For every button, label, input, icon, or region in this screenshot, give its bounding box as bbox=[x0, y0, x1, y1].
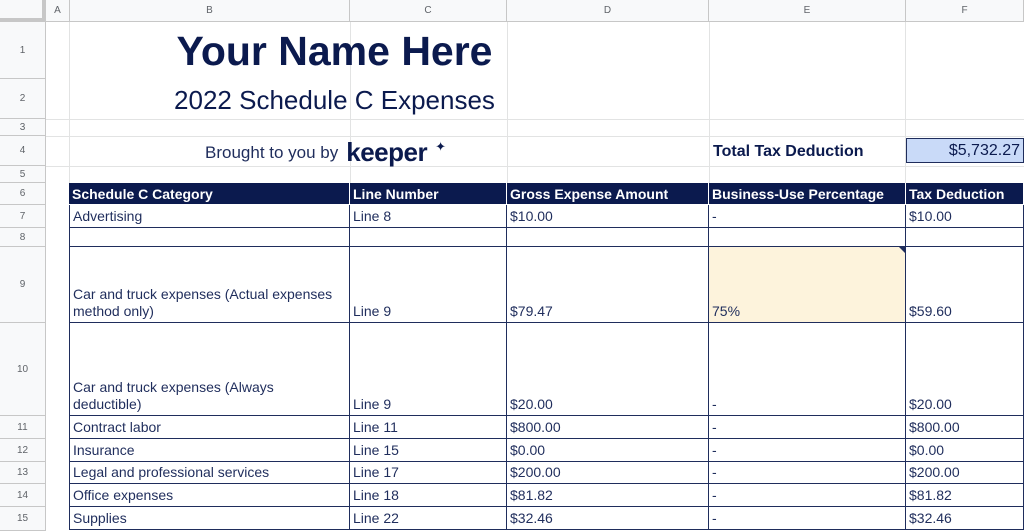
keeper-logo: keeper bbox=[346, 137, 428, 167]
row-header-8[interactable]: 8 bbox=[0, 228, 46, 247]
cell-line-number[interactable]: Line 15 bbox=[350, 439, 507, 462]
row-header-7[interactable]: 7 bbox=[0, 205, 46, 228]
cell-category[interactable]: Legal and professional services bbox=[69, 462, 350, 484]
column-header-c[interactable]: C bbox=[350, 0, 507, 22]
page-title[interactable]: Your Name Here bbox=[70, 28, 599, 75]
cell-gross-expense[interactable]: $81.82 bbox=[507, 484, 709, 507]
column-header-f[interactable]: F bbox=[906, 0, 1024, 22]
cell-category[interactable]: Advertising bbox=[69, 205, 350, 228]
cell-tax-deduction[interactable]: $0.00 bbox=[906, 439, 1024, 462]
grid-line bbox=[46, 136, 1024, 137]
cell-business-use[interactable]: - bbox=[709, 323, 906, 416]
row-header-11[interactable]: 11 bbox=[0, 416, 46, 439]
cell-category[interactable]: Car and truck expenses (Always deductibl… bbox=[69, 323, 350, 416]
row-header-2[interactable]: 2 bbox=[0, 79, 46, 119]
cell-business-use[interactable]: - bbox=[709, 507, 906, 530]
row-header-10[interactable]: 10 bbox=[0, 323, 46, 416]
th-business-use[interactable]: Business-Use Percentage bbox=[709, 183, 906, 204]
cell-gross-expense[interactable]: $79.47 bbox=[507, 247, 709, 323]
cell-business-use-input[interactable]: 75% bbox=[709, 247, 906, 323]
total-tax-deduction-value[interactable]: $5,732.27 bbox=[906, 138, 1024, 163]
select-all-corner[interactable] bbox=[0, 0, 46, 22]
page-subtitle[interactable]: 2022 Schedule C Expenses bbox=[70, 85, 599, 116]
cell-business-use-value: 75% bbox=[712, 303, 741, 319]
cell-line-number[interactable]: Line 9 bbox=[350, 323, 507, 416]
cell-gross-expense[interactable]: $200.00 bbox=[507, 462, 709, 484]
cell-gross-expense[interactable]: $800.00 bbox=[507, 416, 709, 439]
row-header-14[interactable]: 14 bbox=[0, 484, 46, 507]
row-header-3[interactable]: 3 bbox=[0, 119, 46, 136]
cell-business-use[interactable]: - bbox=[709, 484, 906, 507]
cell-category[interactable]: Car and truck expenses (Actual expenses … bbox=[69, 247, 350, 323]
cell-tax-deduction[interactable]: $32.46 bbox=[906, 507, 1024, 530]
cell-tax-deduction[interactable]: $81.82 bbox=[906, 484, 1024, 507]
column-header-e[interactable]: E bbox=[709, 0, 906, 22]
cell-business-use[interactable]: - bbox=[709, 462, 906, 484]
brought-by-text: Brought to you by bbox=[205, 142, 339, 162]
cell-tax-deduction[interactable]: $200.00 bbox=[906, 462, 1024, 484]
cell-tax-deduction[interactable]: $800.00 bbox=[906, 416, 1024, 439]
cell-business-use[interactable]: - bbox=[709, 416, 906, 439]
row-header-1[interactable]: 1 bbox=[0, 22, 46, 79]
spreadsheet: A B C D E F 1 2 3 4 5 6 7 8 9 10 11 12 1… bbox=[0, 0, 1024, 531]
cell-category[interactable]: Contract labor bbox=[69, 416, 350, 439]
sparkle-icon: ✦ bbox=[435, 138, 447, 154]
comment-indicator-icon[interactable] bbox=[899, 247, 905, 253]
cell-tax-deduction[interactable]: $20.00 bbox=[906, 323, 1024, 416]
column-header-b[interactable]: B bbox=[70, 0, 350, 22]
column-header-d[interactable]: D bbox=[507, 0, 709, 22]
cell-business-use[interactable]: - bbox=[709, 205, 906, 228]
grid-line bbox=[46, 119, 1024, 120]
cell-gross-expense[interactable]: $10.00 bbox=[507, 205, 709, 228]
cell-line-number[interactable]: Line 17 bbox=[350, 462, 507, 484]
cell-business-use[interactable] bbox=[709, 228, 906, 247]
th-tax-deduction[interactable]: Tax Deduction bbox=[906, 183, 1024, 204]
cell-gross-expense[interactable]: $20.00 bbox=[507, 323, 709, 416]
cell-line-number[interactable] bbox=[350, 228, 507, 247]
grid-line bbox=[709, 22, 710, 183]
th-line-number[interactable]: Line Number bbox=[350, 183, 507, 204]
cell-category[interactable]: Office expenses bbox=[69, 484, 350, 507]
cell-gross-expense[interactable] bbox=[507, 228, 709, 247]
cell-line-number[interactable]: Line 11 bbox=[350, 416, 507, 439]
cell-gross-expense[interactable]: $32.46 bbox=[507, 507, 709, 530]
cell-line-number[interactable]: Line 18 bbox=[350, 484, 507, 507]
row-header-6[interactable]: 6 bbox=[0, 183, 46, 205]
cell-line-number[interactable]: Line 9 bbox=[350, 247, 507, 323]
cell-line-number[interactable]: Line 22 bbox=[350, 507, 507, 530]
cell-category[interactable]: Insurance bbox=[69, 439, 350, 462]
row-header-12[interactable]: 12 bbox=[0, 439, 46, 462]
total-tax-deduction-label[interactable]: Total Tax Deduction bbox=[713, 143, 864, 161]
row-header-5[interactable]: 5 bbox=[0, 166, 46, 183]
row-header-4[interactable]: 4 bbox=[0, 136, 46, 166]
cell-gross-expense[interactable]: $0.00 bbox=[507, 439, 709, 462]
column-header-a[interactable]: A bbox=[46, 0, 70, 22]
cell-tax-deduction[interactable]: $10.00 bbox=[906, 205, 1024, 228]
row-header-13[interactable]: 13 bbox=[0, 462, 46, 484]
row-header-15[interactable]: 15 bbox=[0, 507, 46, 531]
cell-tax-deduction[interactable] bbox=[906, 228, 1024, 247]
brought-by-banner[interactable]: Brought to you by keeper ✦ bbox=[205, 137, 446, 168]
cell-business-use[interactable]: - bbox=[709, 439, 906, 462]
cell-category[interactable] bbox=[69, 228, 350, 247]
cell-category[interactable]: Supplies bbox=[69, 507, 350, 530]
cell-tax-deduction[interactable]: $59.60 bbox=[906, 247, 1024, 323]
grid-line bbox=[46, 166, 1024, 167]
row-header-9[interactable]: 9 bbox=[0, 247, 46, 323]
th-category[interactable]: Schedule C Category bbox=[69, 183, 350, 204]
cell-line-number[interactable]: Line 8 bbox=[350, 205, 507, 228]
th-gross-expense[interactable]: Gross Expense Amount bbox=[507, 183, 709, 204]
